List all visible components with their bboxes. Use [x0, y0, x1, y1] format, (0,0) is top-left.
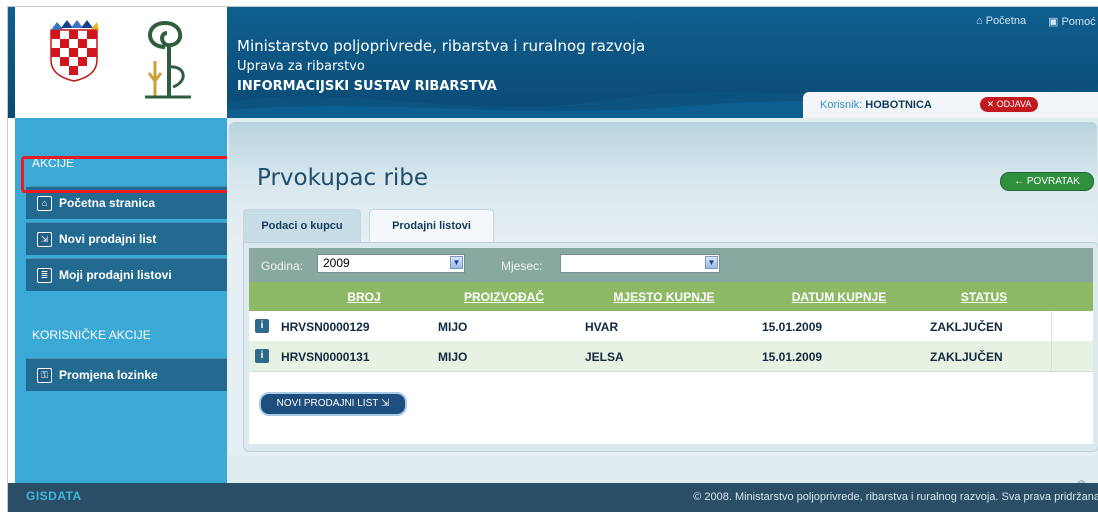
croatian-coat-of-arms-icon: [50, 20, 99, 82]
cell-datum: 15.01.2009: [762, 320, 823, 334]
column-divider: [1051, 311, 1052, 341]
tab-sales-sheets[interactable]: Prodajni listovi: [369, 209, 494, 242]
system-title: INFORMACIJSKI SUSTAV RIBARSTVA: [237, 79, 497, 94]
cell-status: ZAKLJUČEN: [930, 350, 1003, 364]
header: Ministarstvo poljoprivrede, ribarstva i …: [8, 7, 1098, 118]
sidebar-item-change-password[interactable]: ⚿ Promjena lozinke: [26, 358, 227, 391]
tab-content: Godina: 2009 ▼ Mjesec: ▼ BROJ PROIZVOĐAČ…: [243, 242, 1098, 452]
filter-bar: Godina: 2009 ▼ Mjesec: ▼: [249, 248, 1093, 282]
key-icon: ⚿: [37, 368, 52, 383]
table-header: BROJ PROIZVOĐAČ MJESTO KUPNJE DATUM KUPN…: [249, 282, 1093, 311]
month-select[interactable]: ▼: [560, 254, 720, 273]
fisheries-logo-icon: [145, 20, 191, 99]
column-header-datum[interactable]: DATUM KUPNJE: [769, 290, 909, 304]
sidebar-section-user-actions: KORISNIČKE AKCIJE: [32, 328, 151, 342]
main-area: Prvokupac ribe ← POVRATAK Podaci o kupcu…: [227, 118, 1098, 485]
logout-button[interactable]: ✕ ODJAVA: [980, 97, 1038, 112]
cell-mjesto: HVAR: [585, 320, 619, 334]
year-select[interactable]: 2009 ▼: [317, 254, 465, 273]
chevron-down-icon[interactable]: ▼: [450, 256, 463, 269]
user-label: Korisnik: HOBOTNICA: [820, 99, 932, 111]
info-icon[interactable]: i: [255, 349, 269, 363]
back-button[interactable]: ← POVRATAK: [1000, 172, 1094, 191]
cell-broj: HRVSN0000129: [281, 320, 370, 334]
logo-area: [15, 7, 227, 118]
new-sheet-icon: ⇲: [37, 232, 52, 247]
department-title: Uprava za ribarstvo: [237, 59, 365, 74]
table-row: i HRVSN0000129 MIJO HVAR 15.01.2009 ZAKL…: [249, 311, 1093, 342]
sidebar-item-label: Moji prodajni listovi: [59, 268, 172, 282]
sales-sheets-panel: Godina: 2009 ▼ Mjesec: ▼ BROJ PROIZVOĐAČ…: [249, 248, 1093, 444]
help-link[interactable]: ▣ Pomoć: [1048, 15, 1096, 28]
sidebar-item-label: Početna stranica: [59, 196, 156, 210]
sidebar-item-my-sheets[interactable]: ≣ Moji prodajni listovi: [26, 258, 227, 291]
sidebar-item-label: Promjena lozinke: [59, 368, 158, 382]
page-title: Prvokupac ribe: [257, 165, 429, 191]
sidebar-item-new-sheet[interactable]: ⇲ Novi prodajni list: [26, 222, 227, 255]
column-header-mjesto[interactable]: MJESTO KUPNJE: [594, 290, 734, 304]
sidebar-item-label: Novi prodajni list: [59, 232, 157, 246]
year-label: Godina:: [261, 259, 304, 273]
sheets-icon: ≣: [37, 268, 52, 283]
column-header-proizvodac[interactable]: PROIZVOĐAČ: [449, 290, 559, 304]
cell-proizvodac: MIJO: [438, 320, 468, 334]
ministry-title: Ministarstvo poljoprivrede, ribarstva i …: [237, 37, 646, 55]
cell-mjesto: JELSA: [585, 350, 624, 364]
user-name: HOBOTNICA: [865, 99, 932, 111]
chevron-down-icon[interactable]: ▼: [705, 256, 718, 269]
column-header-status[interactable]: STATUS: [939, 290, 1029, 304]
footer-brand: GISDATA: [26, 489, 82, 503]
home-link[interactable]: ⌂ Početna: [976, 15, 1026, 27]
new-sales-sheet-button[interactable]: NOVI PRODAJNI LIST ⇲: [259, 392, 407, 416]
cell-datum: 15.01.2009: [762, 350, 823, 364]
main-panel: Prvokupac ribe ← POVRATAK Podaci o kupcu…: [229, 122, 1098, 456]
tab-buyer-info[interactable]: Podaci o kupcu: [243, 209, 361, 242]
info-icon[interactable]: i: [255, 319, 269, 333]
cell-proizvodac: MIJO: [438, 350, 468, 364]
footer-copyright: © 2008. Ministarstvo poljoprivrede, riba…: [693, 491, 1098, 503]
cell-broj: HRVSN0000131: [281, 350, 370, 364]
cell-status: ZAKLJUČEN: [930, 320, 1003, 334]
year-value: 2009: [323, 256, 350, 270]
column-divider: [1051, 341, 1052, 371]
footer: GISDATA © 2008. Ministarstvo poljoprivre…: [8, 483, 1098, 512]
month-label: Mjesec:: [501, 259, 543, 273]
user-bar: Korisnik: HOBOTNICA ✕ ODJAVA: [803, 92, 1098, 118]
highlight-box: [21, 156, 230, 193]
home-icon: ⌂: [37, 196, 52, 211]
column-header-broj[interactable]: BROJ: [319, 290, 409, 304]
table-row: i HRVSN0000131 MIJO JELSA 15.01.2009 ZAK…: [249, 341, 1093, 372]
app-frame: Ministarstvo poljoprivrede, ribarstva i …: [7, 6, 1098, 512]
